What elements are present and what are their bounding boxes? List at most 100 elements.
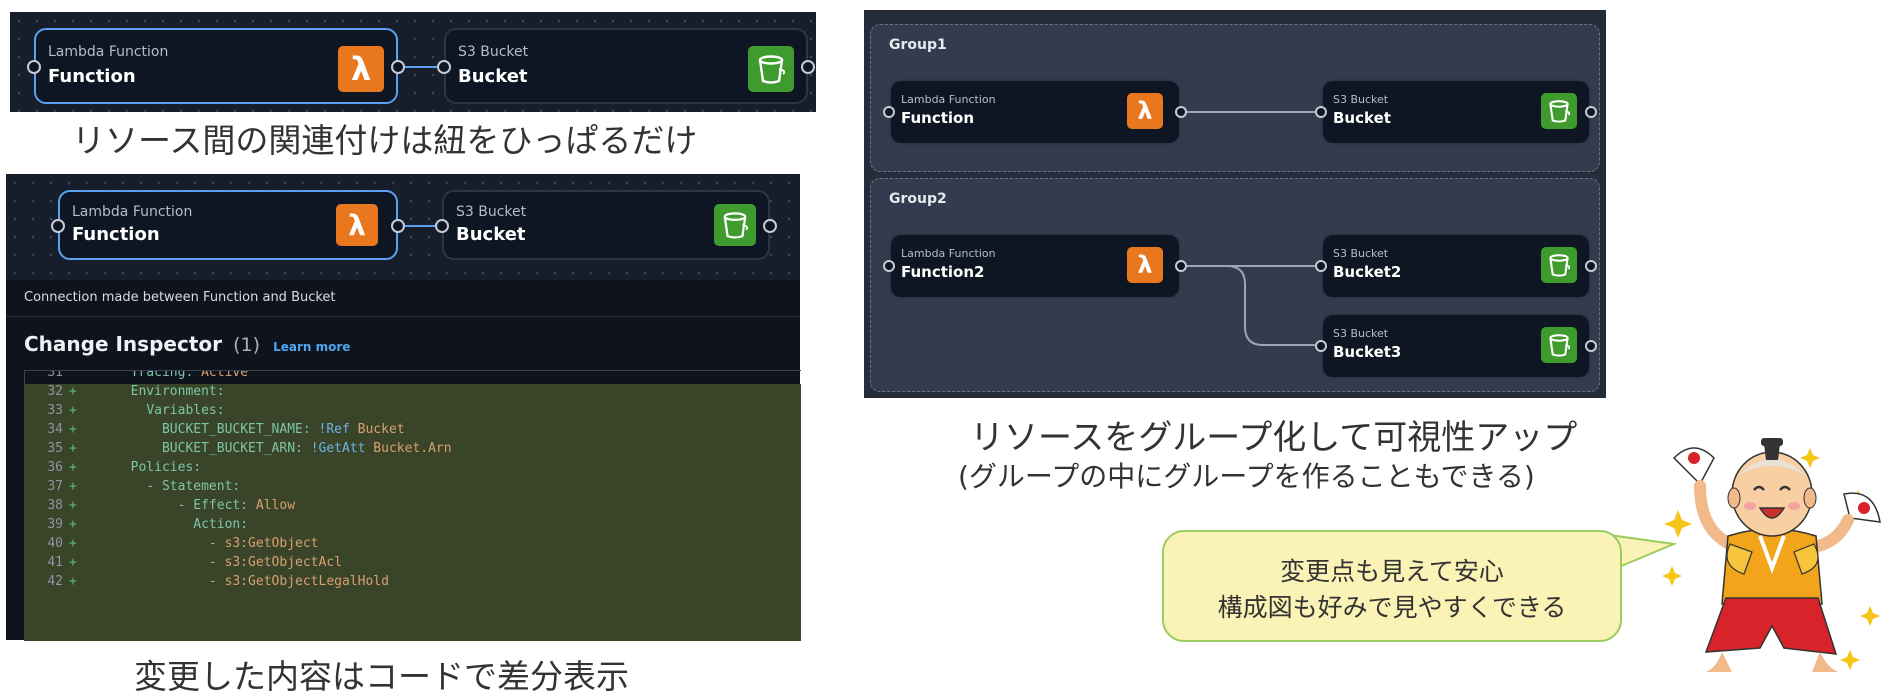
- lambda-function-node[interactable]: Lambda Function Function λ: [34, 28, 398, 104]
- line-number: 35: [47, 441, 63, 456]
- connection-port[interactable]: [1585, 260, 1597, 272]
- node-name-label: Bucket3: [1333, 343, 1402, 361]
- node-type-label: S3 Bucket: [1333, 327, 1389, 340]
- line-number: 39: [47, 517, 63, 532]
- learn-more-link[interactable]: Learn more: [273, 340, 350, 354]
- bucket-icon: [714, 204, 756, 246]
- lambda-icon: λ: [336, 204, 378, 246]
- node-name-label: Function: [901, 109, 975, 127]
- node-type-label: S3 Bucket: [458, 44, 529, 60]
- code-line: 32 + Environment:: [25, 384, 801, 403]
- group2-container[interactable]: Group2 Lambda Function Function2 λ S3 Bu…: [870, 178, 1600, 392]
- s3-bucket-node[interactable]: S3 Bucket Bucket3: [1321, 313, 1591, 379]
- speech-bubble: 変更点も見えて安心 構成図も好みで見やすくできる: [1162, 530, 1622, 642]
- lambda-function-node[interactable]: Lambda Function Function2 λ: [889, 233, 1181, 299]
- bucket-icon: [1541, 93, 1577, 129]
- node-type-label: S3 Bucket: [456, 204, 527, 220]
- connection-port[interactable]: [1585, 106, 1597, 118]
- code-line: 42 + - s3:GetObjectLegalHold: [25, 574, 801, 593]
- inspector-header: Change Inspector (1) Learn more: [24, 332, 350, 356]
- line-number: 41: [47, 555, 63, 570]
- caption-group: リソースをグループ化して可視性アップ: [970, 418, 1578, 458]
- connection-port[interactable]: [1175, 106, 1187, 118]
- connection-port[interactable]: [51, 219, 65, 233]
- node-type-label: Lambda Function: [901, 93, 996, 106]
- connection-line[interactable]: [405, 66, 437, 68]
- code-line: 31 Tracing: Active: [25, 370, 801, 384]
- line-number: 32: [47, 384, 63, 399]
- connection-port[interactable]: [763, 219, 777, 233]
- connection-port[interactable]: [27, 60, 41, 74]
- diff-added-marker: +: [69, 536, 77, 551]
- code-line: 35 + BUCKET_BUCKET_ARN: !GetAtt Bucket.Ar…: [25, 441, 801, 460]
- connection-port[interactable]: [435, 219, 449, 233]
- connection-port[interactable]: [1175, 260, 1187, 272]
- node-type-label: S3 Bucket: [1333, 93, 1389, 106]
- connection-port[interactable]: [437, 60, 451, 74]
- code-line: 33 + Variables:: [25, 403, 801, 422]
- code-line: 41 + - s3:GetObjectAcl: [25, 555, 801, 574]
- code-text: Action:: [193, 517, 249, 532]
- code-diff-view[interactable]: 31 Tracing: Active 32 + Environment: 33 + Va…: [24, 370, 801, 641]
- code-text: Environment:: [130, 384, 225, 399]
- code-text: Policies:: [130, 460, 202, 475]
- caption-diff: 変更した内容はコードで差分表示: [134, 657, 629, 696]
- diff-added-marker: +: [69, 555, 77, 570]
- code-line: 38 + - Effect: Allow: [25, 498, 801, 517]
- top-diagram-canvas: Lambda Function Function λ S3 Bucket Buc…: [10, 12, 816, 112]
- connection-line[interactable]: [1187, 111, 1315, 113]
- node-type-label: Lambda Function: [901, 247, 996, 260]
- code-lines: 31 Tracing: Active 32 + Environment: 33 + Va…: [25, 370, 801, 641]
- lambda-function-node[interactable]: Lambda Function Function λ: [58, 190, 398, 260]
- connection-port[interactable]: [883, 260, 895, 272]
- connection-port[interactable]: [1315, 106, 1327, 118]
- connection-port[interactable]: [1315, 260, 1327, 272]
- node-type-label: Lambda Function: [72, 204, 193, 220]
- code-line: 36 + Policies:: [25, 460, 801, 479]
- node-name-label: Bucket: [1333, 109, 1391, 127]
- code-text: - s3:GetObjectLegalHold: [208, 574, 389, 589]
- line-number: 31: [47, 370, 63, 380]
- line-number: 37: [47, 479, 63, 494]
- code-text: Tracing: Active: [130, 370, 249, 380]
- bubble-line-1: 変更点も見えて安心: [1280, 557, 1504, 586]
- node-name-label: Function2: [901, 263, 985, 281]
- bucket-icon: [1541, 327, 1577, 363]
- connection-port[interactable]: [1585, 340, 1597, 352]
- node-type-label: Lambda Function: [48, 44, 169, 60]
- line-number: 36: [47, 460, 63, 475]
- connection-port[interactable]: [1315, 340, 1327, 352]
- group-title: Group2: [889, 191, 947, 207]
- diff-added-marker: +: [69, 384, 77, 399]
- s3-bucket-node[interactable]: S3 Bucket Bucket2: [1321, 233, 1591, 299]
- group-diagram-canvas: Group1 Lambda Function Function λ S3 Buc…: [864, 10, 1606, 398]
- group1-container[interactable]: Group1 Lambda Function Function λ S3 Buc…: [870, 24, 1600, 172]
- diff-added-marker: +: [69, 403, 77, 418]
- bucket-icon: [748, 46, 794, 92]
- line-number: 33: [47, 403, 63, 418]
- diff-added-marker: +: [69, 422, 77, 437]
- connection-port[interactable]: [801, 60, 815, 74]
- lambda-function-node[interactable]: Lambda Function Function λ: [889, 79, 1181, 145]
- code-line: 40 + - s3:GetObject: [25, 536, 801, 555]
- code-text: BUCKET_BUCKET_NAME: !Ref Bucket: [161, 422, 405, 437]
- node-name-label: Bucket2: [1333, 263, 1402, 281]
- connection-port[interactable]: [391, 219, 405, 233]
- node-name-label: Function: [48, 66, 136, 87]
- bubble-line-2: 構成図も好みで見やすくできる: [1217, 593, 1567, 622]
- caption-group-note: (グループの中にグループを作ることもできる): [958, 460, 1535, 493]
- s3-bucket-node[interactable]: S3 Bucket Bucket: [444, 28, 808, 104]
- s3-bucket-node[interactable]: S3 Bucket Bucket: [442, 190, 770, 260]
- code-text: Variables:: [146, 403, 225, 418]
- line-number: 40: [47, 536, 63, 551]
- inspector-count: (1): [233, 334, 260, 356]
- connection-lines[interactable]: [1187, 259, 1319, 349]
- diff-added-marker: +: [69, 517, 77, 532]
- s3-bucket-node[interactable]: S3 Bucket Bucket: [1321, 79, 1591, 145]
- lambda-icon: λ: [1127, 93, 1163, 129]
- node-name-label: Bucket: [458, 66, 528, 87]
- code-text: - s3:GetObject: [208, 536, 319, 551]
- connection-port[interactable]: [883, 106, 895, 118]
- connection-port[interactable]: [391, 60, 405, 74]
- group-title: Group1: [889, 37, 947, 53]
